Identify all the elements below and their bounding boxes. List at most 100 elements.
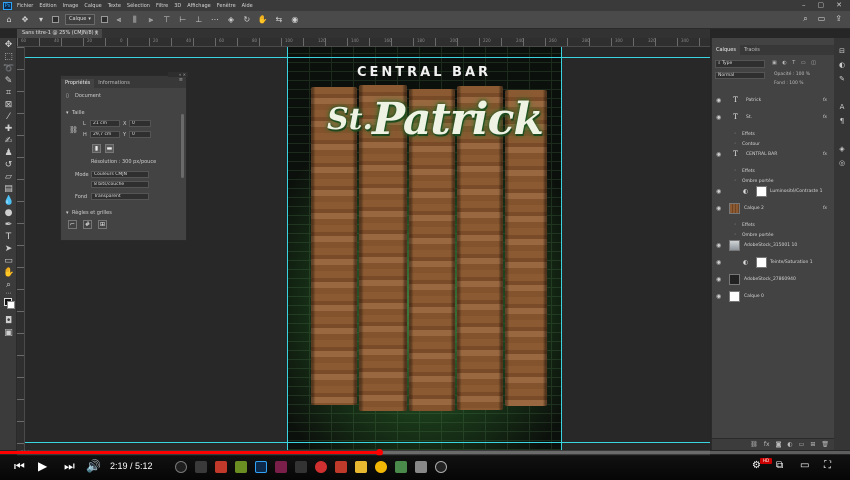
menu-affichage[interactable]: Affichage <box>187 3 211 9</box>
fx-icon[interactable]: fx <box>823 113 827 122</box>
app-icon[interactable] <box>295 461 307 473</box>
folder-icon[interactable] <box>355 461 367 473</box>
3d-camera-icon[interactable]: ◉ <box>290 15 300 25</box>
workspace-icon[interactable]: ▭ <box>818 14 826 24</box>
eye-icon[interactable]: ◉ <box>716 150 721 159</box>
layer-effect-row[interactable]: ◦ Contour <box>712 140 835 149</box>
fill-opacity-field[interactable]: Fond : 100 % <box>774 81 804 86</box>
photoshop-icon[interactable] <box>255 461 267 473</box>
layer-row[interactable]: ◉ AdobeStock_315001 10 <box>712 240 835 251</box>
close-icon[interactable]: × <box>94 29 99 38</box>
previous-icon[interactable]: ⏮ <box>14 459 25 473</box>
next-icon[interactable]: ⏭ <box>64 459 75 473</box>
align-right-icon[interactable]: ⫸ <box>146 15 156 25</box>
ruler-horizontal[interactable]: 60 40 20 0 20 40 60 80 100 120 140 160 180 200 220 240 2… <box>17 38 710 47</box>
blur-tool-icon[interactable]: 💧 <box>3 196 14 207</box>
trash-icon[interactable]: 🗑 <box>821 439 829 450</box>
screen-mode-icon[interactable]: ▣ <box>3 328 14 339</box>
eye-icon[interactable]: ◉ <box>716 113 721 122</box>
menu-aide[interactable]: Aide <box>242 3 253 9</box>
acrobat-icon[interactable] <box>215 461 227 473</box>
ruler-toggle-icon[interactable]: ⌐ <box>68 220 77 229</box>
3d-pan-icon[interactable]: ✋ <box>258 15 268 25</box>
eye-icon[interactable]: ◉ <box>716 204 721 213</box>
history-brush-icon[interactable]: ↺ <box>3 160 14 171</box>
play-icon[interactable]: ▶ <box>38 459 47 473</box>
fullscreen-icon[interactable]: ⛶ <box>824 459 831 473</box>
ruler-vertical[interactable] <box>17 47 25 450</box>
new-layer-icon[interactable]: ⊞ <box>810 439 815 450</box>
layer-row[interactable]: ◉ AdobeStock_27860940 <box>712 274 835 285</box>
orientation-landscape-button[interactable]: ▬ <box>105 144 114 153</box>
fill-select[interactable]: Transparent <box>91 193 149 200</box>
transform-controls-checkbox[interactable] <box>100 16 108 23</box>
eye-icon[interactable]: ◉ <box>716 241 721 250</box>
layer-row[interactable]: ◉ ◐ Teinte/Saturation 1 <box>712 257 835 268</box>
indesign-icon[interactable] <box>275 461 287 473</box>
eye-icon[interactable]: ◉ <box>716 96 721 105</box>
dodge-tool-icon[interactable]: ● <box>3 208 14 219</box>
adjustments-icon[interactable]: ◐ <box>837 60 847 70</box>
menu-texte[interactable]: Texte <box>108 3 121 9</box>
paragraph-icon[interactable]: ¶ <box>837 116 847 126</box>
path-select-tool-icon[interactable]: ➤ <box>3 244 14 255</box>
share-icon[interactable]: ⇪ <box>835 14 842 24</box>
frame-tool-icon[interactable]: ⊠ <box>3 100 14 111</box>
adjustment-layer-icon[interactable]: ◐ <box>787 439 792 450</box>
fx-icon[interactable]: fx <box>764 439 770 450</box>
orientation-portrait-button[interactable]: ▮ <box>92 144 101 153</box>
x-field[interactable]: 0 <box>129 120 151 127</box>
quick-mask-icon[interactable]: ◘ <box>3 316 14 327</box>
align-top-icon[interactable]: ⊤ <box>162 15 172 25</box>
tab-informations[interactable]: Informations <box>94 79 134 88</box>
fx-icon[interactable]: fx <box>823 204 827 213</box>
calculator-icon[interactable] <box>415 461 427 473</box>
guide-horizontal[interactable] <box>25 442 710 443</box>
app-icon[interactable] <box>395 461 407 473</box>
chrome-icon[interactable] <box>375 461 387 473</box>
auto-select-dropdown[interactable]: Calque ▾ <box>65 14 95 25</box>
home-icon[interactable]: ⌂ <box>4 15 14 25</box>
document-tab[interactable]: Sans titre-1 @ 25% (CMJN/8) * × <box>17 29 102 38</box>
menu-selection[interactable]: Sélection <box>127 3 150 9</box>
bit-depth-select[interactable]: 8 bits/couche <box>91 181 149 188</box>
more-options-icon[interactable]: ⋯ <box>210 15 220 25</box>
menu-image[interactable]: Image <box>63 3 79 9</box>
miniplayer-icon[interactable]: ⧉ <box>776 459 783 473</box>
brushes-icon[interactable]: ✎ <box>837 74 847 84</box>
guide-vertical[interactable] <box>287 47 288 450</box>
layer-effect-row[interactable]: ◦ Effets <box>712 130 835 139</box>
blend-mode-select[interactable]: Normal <box>715 72 765 79</box>
libraries-icon[interactable]: ◎ <box>837 158 847 168</box>
eye-icon[interactable]: ◉ <box>716 292 721 301</box>
menu-calque[interactable]: Calque <box>84 3 101 9</box>
app-icon[interactable] <box>335 461 347 473</box>
record-icon[interactable] <box>315 461 327 473</box>
layer-filter-icons[interactable]: ▣ ◐ T ▭ ◫ <box>772 60 818 66</box>
chevron-down-icon[interactable]: ▾ <box>36 15 46 25</box>
link-layers-icon[interactable]: ⛓ <box>750 439 758 450</box>
character-icon[interactable]: A <box>837 102 847 112</box>
opacity-field[interactable]: Opacité : 100 % <box>774 72 810 77</box>
task-view-icon[interactable] <box>195 461 207 473</box>
mode-select[interactable]: Couleurs CMJN <box>91 171 149 178</box>
height-field[interactable]: 29,7 cm <box>90 131 120 138</box>
document-canvas[interactable]: CENTRAL BAR St. Patrick <box>287 47 561 450</box>
tab-properties[interactable]: Propriétés <box>61 79 95 88</box>
layer-effect-row[interactable]: ◦ Ombre portée <box>712 177 835 186</box>
menu-filtre[interactable]: Filtre <box>156 3 168 9</box>
panel-collapse-icon[interactable]: « × <box>168 72 188 77</box>
layer-row[interactable]: ◉ T Patrick fx <box>712 96 835 105</box>
text-tool-icon[interactable]: T <box>3 232 14 243</box>
tab-paths[interactable]: Tracés <box>740 45 764 55</box>
y-field[interactable]: 0 <box>129 131 151 138</box>
guide-horizontal[interactable] <box>25 57 710 58</box>
move-tool-icon[interactable]: ✥ <box>3 40 14 51</box>
align-left-icon[interactable]: ⫷ <box>114 15 124 25</box>
menu-edition[interactable]: Edition <box>39 3 56 9</box>
search-icon[interactable]: ⌕ <box>803 14 807 24</box>
auto-select-checkbox[interactable] <box>52 16 59 23</box>
stamp-tool-icon[interactable]: ♟ <box>3 148 14 159</box>
align-bottom-icon[interactable]: ⊥ <box>194 15 204 25</box>
3d-slide-icon[interactable]: ⇆ <box>274 15 284 25</box>
